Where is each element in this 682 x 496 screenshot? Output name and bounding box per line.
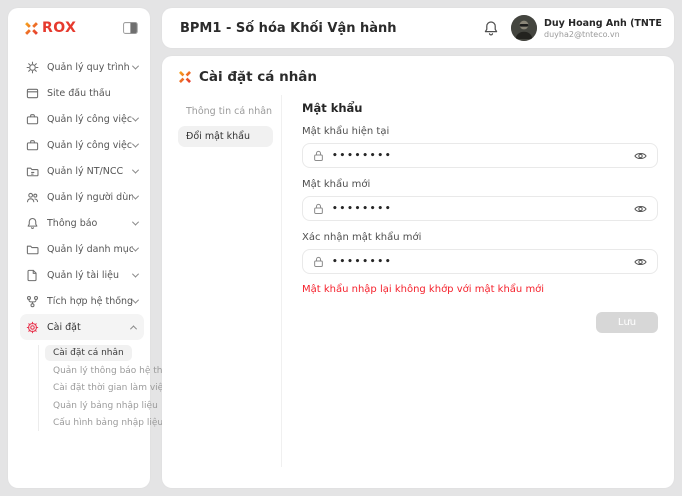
chevron-up-icon — [130, 325, 137, 332]
masked-password-value: •••••••• — [332, 258, 392, 267]
sidebar-item-label: Quản lý danh mục — [47, 244, 133, 255]
save-button[interactable]: Lưu — [596, 312, 658, 333]
chevron-down-icon — [132, 244, 139, 251]
header: BPM1 - Số hóa Khối Vận hành Duy Hoang An… — [162, 8, 674, 48]
gear-icon — [26, 321, 39, 334]
sidebar-item-label: Quản lý NT/NCC — [47, 166, 123, 177]
tab-inactive[interactable]: Thông tin cá nhân — [178, 101, 273, 122]
sidebar-item[interactable]: Thông báo — [8, 210, 150, 236]
sidebar-subitem[interactable]: Quản lý bảng nhập liệu — [45, 398, 166, 414]
field-label: Xác nhận mật khẩu mới — [302, 232, 658, 243]
sidebar-submenu: Cài đặt cá nhânQuản lý thông báo hệ thốn… — [38, 345, 150, 431]
sidebar-item[interactable]: Quản lý NT/NCC — [8, 158, 150, 184]
workflow-icon — [26, 61, 39, 74]
section-title: Mật khẩu — [302, 101, 658, 115]
page-title: Cài đặt cá nhân — [199, 69, 317, 85]
avatar — [511, 15, 537, 41]
sidebar-item-label: Quản lý công việc — [47, 114, 132, 125]
page-title-x-icon — [178, 70, 192, 84]
sidebar: ROX Quản lý quy trìnhSite đấu thầuQuản l… — [8, 8, 150, 488]
sidebar-nav: Quản lý quy trình Site đấu thầu Quản lý cô… — [8, 48, 150, 340]
chevron-down-icon — [132, 166, 139, 173]
app-title: BPM1 - Số hóa Khối Vận hành — [180, 21, 397, 36]
sidebar-subitem[interactable]: Cài đặt cá nhân — [45, 345, 132, 361]
sidebar-item[interactable]: Quản lý quy trình — [8, 54, 150, 80]
masked-password-value: •••••••• — [332, 152, 392, 161]
chevron-down-icon — [132, 296, 139, 303]
sidebar-item[interactable]: Quản lý tài liệu — [8, 262, 150, 288]
chevron-down-icon — [132, 114, 139, 121]
chevron-down-icon — [132, 270, 139, 277]
chevron-down-icon — [132, 192, 139, 199]
sidebar-subitem[interactable]: Cài đặt thời gian làm việc — [45, 380, 176, 396]
field-label: Mật khẩu mới — [302, 179, 658, 190]
sidebar-item[interactable]: Tích hợp hệ thống — [8, 288, 150, 314]
user-name: Duy Hoang Anh (TNTECH-TTKD TKT... — [544, 18, 662, 29]
sidebar-item[interactable]: Quản lý người dùng — [8, 184, 150, 210]
sidebar-item-label: Cài đặt — [47, 322, 81, 333]
password-input[interactable]: •••••••• — [302, 249, 658, 274]
logo: ROX — [8, 8, 150, 48]
tab-active[interactable]: Đổi mật khẩu — [178, 126, 273, 147]
integration-icon — [26, 295, 39, 308]
folder-icon — [26, 243, 39, 256]
lock-icon — [313, 256, 324, 268]
password-mismatch-error: Mật khẩu nhập lại không khớp với mật khẩ… — [302, 284, 658, 295]
sidebar-item-label: Tích hợp hệ thống — [47, 296, 133, 307]
eye-icon[interactable] — [634, 204, 647, 214]
sidebar-collapse-icon[interactable] — [123, 22, 138, 34]
briefcase-icon — [26, 139, 39, 152]
content-panel: Cài đặt cá nhân Thông tin cá nhân Đổi mật… — [162, 56, 674, 488]
masked-password-value: •••••••• — [332, 205, 392, 214]
password-form: Mật khẩu Mật khẩu hiện tại••••••••Mật kh… — [282, 95, 658, 467]
sidebar-item-label: Quản lý công việc — [47, 140, 132, 151]
document-icon — [26, 269, 39, 282]
sidebar-item[interactable]: Cài đặt — [20, 314, 144, 340]
password-form-fields: Mật khẩu hiện tại •••••••• Mật khẩu mới •••… — [302, 126, 658, 274]
sidebar-item[interactable]: Quản lý công việc — [8, 132, 150, 158]
bell-icon — [26, 217, 39, 230]
sidebar-item[interactable]: Quản lý công việc — [8, 106, 150, 132]
folder-contract-icon — [26, 165, 39, 178]
lock-icon — [313, 203, 324, 215]
lock-icon — [313, 150, 324, 162]
eye-icon[interactable] — [634, 257, 647, 267]
sidebar-item[interactable]: Site đấu thầu — [8, 80, 150, 106]
sidebar-item[interactable]: Quản lý danh mục — [8, 236, 150, 262]
chevron-down-icon — [132, 140, 139, 147]
browser-icon — [26, 87, 39, 100]
password-input[interactable]: •••••••• — [302, 143, 658, 168]
sidebar-item-label: Quản lý người dùng — [47, 192, 133, 203]
password-input[interactable]: •••••••• — [302, 196, 658, 221]
user-menu[interactable]: Duy Hoang Anh (TNTECH-TTKD TKT... duyha2… — [511, 15, 662, 41]
eye-icon[interactable] — [634, 151, 647, 161]
field-label: Mật khẩu hiện tại — [302, 126, 658, 137]
users-icon — [26, 191, 39, 204]
sidebar-subitem[interactable]: Cấu hình bảng nhập liệu — [45, 415, 171, 431]
sidebar-item-label: Thông báo — [47, 218, 97, 229]
chevron-down-icon — [132, 218, 139, 225]
rox-x-icon — [24, 21, 39, 36]
user-email: duyha2@tnteco.vn — [544, 30, 662, 39]
sidebar-item-label: Quản lý quy trình — [47, 62, 130, 73]
sidebar-item-label: Site đấu thầu — [47, 88, 111, 99]
notification-bell-icon[interactable] — [483, 20, 499, 37]
sidebar-item-label: Quản lý tài liệu — [47, 270, 119, 281]
logo-text: ROX — [42, 20, 76, 36]
briefcase-icon — [26, 113, 39, 126]
chevron-down-icon — [132, 62, 139, 69]
settings-tabs: Thông tin cá nhân Đổi mật khẩu — [178, 95, 282, 467]
